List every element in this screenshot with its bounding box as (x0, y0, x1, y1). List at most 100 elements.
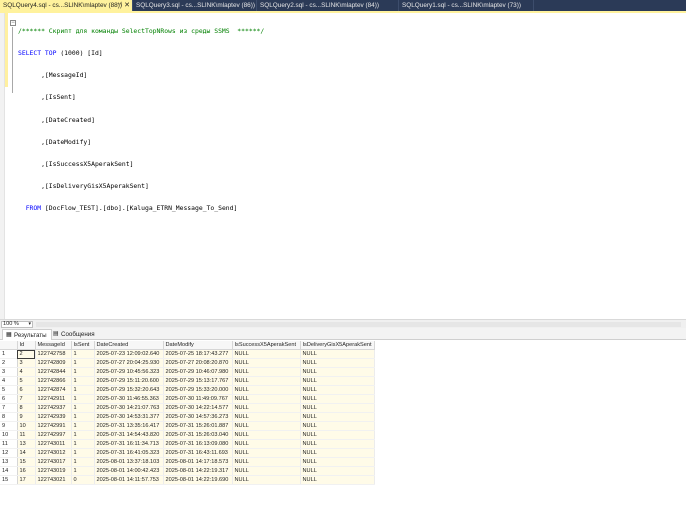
table-cell[interactable]: 0 (71, 475, 95, 486)
table-row[interactable]: 4 5 122742866 1 2025-07-29 15:11:20.600 2025-… (0, 376, 375, 387)
table-cell[interactable]: 122742939 (35, 412, 72, 423)
table-row[interactable]: 15 17 122743021 0 2025-08-01 14:11:57.753 202… (0, 475, 375, 486)
table-row[interactable]: 13 15 122743017 1 2025-08-01 13:37:18.103 202… (0, 457, 375, 468)
column-header[interactable]: IsSuccessX5AperakSent (232, 341, 301, 351)
table-row[interactable]: 12 14 122743012 1 2025-07-31 16:41:05.323 202… (0, 448, 375, 459)
zoom-select[interactable]: 100 % ▾ (1, 321, 33, 328)
table-cell[interactable]: NULL (232, 466, 301, 477)
table-cell[interactable]: 2025-07-31 16:43:11.693 (163, 448, 233, 459)
table-cell[interactable]: 122742758 (35, 349, 72, 360)
table-cell[interactable]: 1 (71, 439, 95, 450)
row-number[interactable]: 2 (0, 358, 18, 369)
table-cell[interactable]: 9 (17, 412, 36, 423)
table-row[interactable]: 6 7 122742911 1 2025-07-30 11:46:55.363 2025-… (0, 394, 375, 405)
row-number[interactable]: 5 (0, 385, 18, 396)
table-cell[interactable]: 2025-07-30 14:21:07.763 (94, 403, 164, 414)
table-cell[interactable]: 1 (71, 412, 95, 423)
table-row[interactable]: 3 4 122742844 1 2025-07-29 10:45:56.323 2025-… (0, 367, 375, 378)
row-number[interactable]: 4 (0, 376, 18, 387)
table-cell[interactable]: NULL (300, 448, 375, 459)
column-header[interactable]: DateCreated (94, 341, 164, 351)
row-number[interactable]: 7 (0, 403, 18, 414)
table-cell[interactable]: 1 (71, 376, 95, 387)
column-header[interactable]: MessageId (35, 341, 72, 351)
table-cell[interactable]: 122743021 (35, 475, 72, 486)
row-number[interactable]: 13 (0, 457, 18, 468)
table-cell[interactable]: 122742809 (35, 358, 72, 369)
tab-sqlquery4[interactable]: SQLQuery4.sql - cs...SLINK\mlaptev (88))… (0, 0, 133, 11)
table-cell[interactable]: NULL (232, 421, 301, 432)
table-cell[interactable]: 2025-07-30 14:57:36.273 (163, 412, 233, 423)
table-cell[interactable]: NULL (232, 394, 301, 405)
table-cell[interactable]: 122742991 (35, 421, 72, 432)
table-cell[interactable]: 122742866 (35, 376, 72, 387)
table-cell[interactable]: 122743011 (35, 439, 72, 450)
table-row[interactable]: 2 3 122742809 1 2025-07-27 20:04:25.930 2025-… (0, 358, 375, 369)
table-cell[interactable]: 2025-07-31 16:41:05.323 (94, 448, 164, 459)
row-number[interactable]: 11 (0, 439, 18, 450)
table-cell[interactable]: NULL (300, 349, 375, 360)
table-cell[interactable]: NULL (300, 412, 375, 423)
column-header[interactable]: IsDeliveryGisX5AperakSent (300, 341, 375, 351)
table-cell[interactable]: 1 (71, 430, 95, 441)
row-number[interactable]: 3 (0, 367, 18, 378)
tab-sqlquery3[interactable]: SQLQuery3.sql - cs...SLINK\mlaptev (86)) (133, 0, 257, 11)
table-cell[interactable]: NULL (232, 412, 301, 423)
table-row[interactable]: 7 8 122742937 1 2025-07-30 14:21:07.763 2025-… (0, 403, 375, 414)
table-cell[interactable]: 2025-07-31 13:35:16.417 (94, 421, 164, 432)
table-cell[interactable]: 2025-07-29 15:13:17.767 (163, 376, 233, 387)
table-cell[interactable]: 2 (17, 349, 36, 360)
table-cell[interactable]: 2025-07-30 14:22:14.577 (163, 403, 233, 414)
table-cell[interactable]: NULL (300, 475, 375, 486)
table-cell[interactable]: NULL (300, 421, 375, 432)
table-cell[interactable]: 1 (71, 367, 95, 378)
table-cell[interactable]: NULL (300, 439, 375, 450)
row-number[interactable]: 6 (0, 394, 18, 405)
table-cell[interactable]: 1 (71, 403, 95, 414)
table-cell[interactable]: 122743019 (35, 466, 72, 477)
table-cell[interactable]: 8 (17, 403, 36, 414)
table-cell[interactable]: 2025-08-01 14:00:42.423 (94, 466, 164, 477)
table-cell[interactable]: 2025-07-29 15:33:20.000 (163, 385, 233, 396)
table-cell[interactable]: NULL (300, 430, 375, 441)
table-row[interactable]: 11 13 122743011 1 2025-07-31 16:11:34.713 202… (0, 439, 375, 450)
close-icon[interactable]: ✕ (124, 0, 130, 11)
table-cell[interactable]: 2025-07-31 14:54:43.820 (94, 430, 164, 441)
table-cell[interactable]: 2025-07-29 15:11:20.600 (94, 376, 164, 387)
table-cell[interactable]: NULL (300, 385, 375, 396)
table-cell[interactable]: 15 (17, 457, 36, 468)
table-cell[interactable]: NULL (232, 439, 301, 450)
tab-sqlquery1[interactable]: SQLQuery1.sql - cs...SLINK\mlaptev (73)) (399, 0, 534, 11)
table-cell[interactable]: 122743017 (35, 457, 72, 468)
table-cell[interactable]: 2025-07-31 15:26:03.040 (163, 430, 233, 441)
pin-icon[interactable]: ⊣ (117, 0, 122, 11)
table-cell[interactable]: 1 (71, 457, 95, 468)
table-cell[interactable]: 2025-07-29 10:46:07.980 (163, 367, 233, 378)
row-number[interactable]: 15 (0, 475, 18, 486)
table-cell[interactable]: 122743012 (35, 448, 72, 459)
table-cell[interactable]: 17 (17, 475, 36, 486)
table-cell[interactable]: 2025-07-29 15:32:20.643 (94, 385, 164, 396)
tab-messages[interactable]: ▤ Сообщения (50, 329, 99, 340)
table-cell[interactable]: NULL (300, 376, 375, 387)
table-cell[interactable]: 2025-07-29 10:45:56.323 (94, 367, 164, 378)
table-cell[interactable]: 2025-07-23 12:09:02.640 (94, 349, 164, 360)
table-cell[interactable]: 16 (17, 466, 36, 477)
horizontal-scrollbar[interactable] (36, 322, 681, 327)
table-row[interactable]: 14 16 122743019 1 2025-08-01 14:00:42.423 202… (0, 466, 375, 477)
table-cell[interactable]: 2025-07-31 16:11:34.713 (94, 439, 164, 450)
table-cell[interactable]: 2025-07-31 15:26:01.887 (163, 421, 233, 432)
table-cell[interactable]: 2025-08-01 14:11:57.753 (94, 475, 164, 486)
row-number[interactable]: 1 (0, 349, 18, 360)
table-cell[interactable]: 5 (17, 376, 36, 387)
table-cell[interactable]: 1 (71, 385, 95, 396)
table-cell[interactable]: 122742844 (35, 367, 72, 378)
collapse-toggle-icon[interactable]: − (10, 20, 16, 26)
table-cell[interactable]: NULL (232, 448, 301, 459)
table-cell[interactable]: 1 (71, 349, 95, 360)
table-cell[interactable]: NULL (232, 376, 301, 387)
table-cell[interactable]: 122742911 (35, 394, 72, 405)
table-cell[interactable]: 2025-07-30 14:53:31.377 (94, 412, 164, 423)
table-cell[interactable]: 4 (17, 367, 36, 378)
table-cell[interactable]: 2025-08-01 14:17:18.573 (163, 457, 233, 468)
